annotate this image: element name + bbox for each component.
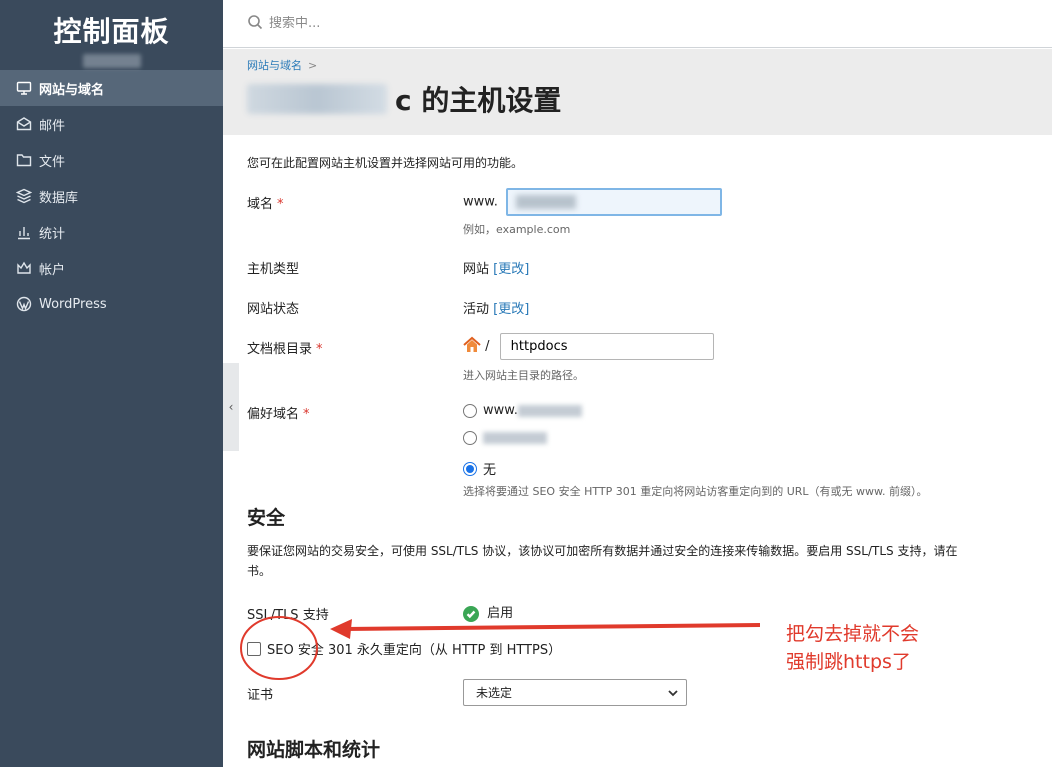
brand-title: 控制面板: [53, 15, 170, 48]
breadcrumb-link-websites[interactable]: 网站与域名: [247, 59, 302, 72]
sidebar: 控制面板 网站与域名 邮件 文件 数据库 统计 帐户 WordPress: [0, 0, 223, 767]
sidebar-item-files[interactable]: 文件: [0, 142, 223, 178]
scripts-section-title: 网站脚本和统计: [247, 739, 381, 761]
chevron-down-icon: [668, 686, 678, 700]
ssl-support-field: 启用: [463, 602, 513, 622]
seo-redirect-option[interactable]: SEO 安全 301 永久重定向（从 HTTP 到 HTTPS）: [247, 639, 561, 658]
intro-text: 您可在此配置网站主机设置并选择网站可用的功能。: [247, 156, 524, 170]
seo-redirect-label: SEO 安全 301 永久重定向（从 HTTP 到 HTTPS）: [267, 643, 562, 658]
brand: 控制面板: [0, 0, 223, 70]
docroot-input[interactable]: [499, 333, 714, 360]
domain-redacted: [483, 432, 547, 444]
sidebar-item-account[interactable]: 帐户: [0, 250, 223, 286]
search-input[interactable]: [269, 16, 669, 31]
certificate-select[interactable]: 未选定: [463, 679, 687, 706]
change-site-status-link[interactable]: [更改]: [493, 302, 529, 317]
crown-icon: [15, 259, 33, 277]
security-description-line1: 要保证您网站的交易安全，可使用 SSL/TLS 协议，该协议可加密所有数据并通过…: [247, 544, 958, 558]
preferred-hint: 选择将要通过 SEO 安全 HTTP 301 重定向将网站访客重定向到的 URL…: [463, 485, 928, 498]
monitor-icon: [15, 79, 33, 97]
annotation-line-1: 把勾去掉就不会: [786, 623, 920, 645]
annotation-note: 把勾去掉就不会 强制跳https了: [786, 620, 919, 676]
annotation-arrow-head: [330, 619, 352, 639]
preferred-option-www[interactable]: www.: [463, 403, 582, 418]
breadcrumb: 网站与域名 >: [247, 57, 1052, 73]
preferred-domain-label-text: 偏好域名: [247, 407, 300, 422]
sidebar-item-label: 网站与域名: [39, 82, 105, 98]
sidebar-item-label: WordPress: [39, 296, 107, 312]
preferred-option-none[interactable]: 无: [463, 459, 496, 478]
docroot-hint: 进入网站主目录的路径。: [463, 369, 584, 382]
wordpress-icon: [15, 295, 33, 313]
required-mark: *: [316, 342, 323, 357]
sidebar-item-mail[interactable]: 邮件: [0, 106, 223, 142]
required-mark: *: [277, 197, 284, 212]
mail-icon: [15, 115, 33, 133]
site-status-value: 活动: [463, 302, 490, 317]
database-icon: [15, 187, 33, 205]
preferred-domain-label: 偏好域名 *: [247, 403, 310, 422]
domain-field: www.: [463, 188, 722, 216]
sidebar-item-label: 邮件: [39, 118, 66, 134]
domain-input[interactable]: [505, 188, 722, 216]
site-status-field: 活动 [更改]: [463, 298, 529, 317]
sidebar-item-label: 数据库: [39, 190, 79, 206]
site-status-label: 网站状态: [247, 302, 300, 317]
sidebar-item-label: 统计: [39, 226, 66, 242]
annotation-arrow-line: [344, 623, 761, 631]
hosting-type-value: 网站: [463, 262, 490, 277]
domain-prefix: www.: [463, 194, 498, 210]
sidebar-item-wordpress[interactable]: WordPress: [0, 286, 223, 322]
required-mark: *: [303, 407, 310, 422]
folder-icon: [15, 151, 33, 169]
seo-redirect-checkbox[interactable]: [247, 641, 261, 656]
page-title: c 的主机设置: [247, 79, 1052, 119]
security-description-line2: 书。: [247, 564, 272, 578]
docroot-label-text: 文档根目录: [247, 342, 313, 357]
certificate-label: 证书: [247, 688, 274, 703]
domain-hint: 例如，example.com: [463, 223, 571, 236]
radio-none[interactable]: [463, 461, 477, 476]
topbar: [223, 0, 1052, 48]
sidebar-item-statistics[interactable]: 统计: [0, 214, 223, 250]
sidebar-item-databases[interactable]: 数据库: [0, 178, 223, 214]
change-hosting-type-link[interactable]: [更改]: [493, 262, 529, 277]
radio-bare[interactable]: [463, 431, 477, 445]
domain-value-redacted: [515, 195, 576, 209]
docroot-label: 文档根目录 *: [247, 338, 323, 357]
sidebar-collapse-handle[interactable]: ‹: [223, 363, 239, 451]
breadcrumb-separator: >: [308, 59, 318, 72]
hosting-type-field: 网站 [更改]: [463, 258, 529, 277]
preferred-option-bare[interactable]: [463, 431, 547, 445]
ssl-support-label: SSL/TLS 支持: [247, 608, 329, 623]
docroot-slash: /: [485, 339, 490, 354]
security-description: 要保证您网站的交易安全，可使用 SSL/TLS 协议，该协议可加密所有数据并通过…: [247, 541, 1052, 581]
domain-label-text: 域名: [247, 197, 274, 212]
security-section-title: 安全: [247, 507, 286, 529]
brand-subtitle-redacted: [82, 54, 141, 68]
domain-redacted: [247, 84, 387, 114]
sidebar-item-label: 文件: [39, 154, 66, 170]
annotation-line-2: 强制跳https了: [786, 651, 911, 673]
certificate-select-value: 未选定: [476, 686, 513, 700]
page-header: 网站与域名 > c 的主机设置: [223, 49, 1052, 135]
docroot-field: /: [463, 333, 714, 360]
radio-www[interactable]: [463, 403, 477, 418]
chevron-left-icon: ‹: [228, 400, 234, 414]
hosting-type-label: 主机类型: [247, 262, 300, 277]
sidebar-nav: 网站与域名 邮件 文件 数据库 统计 帐户 WordPress: [0, 70, 223, 322]
sidebar-item-label: 帐户: [39, 262, 66, 278]
chart-icon: [15, 223, 33, 241]
ssl-support-value: 启用: [487, 606, 514, 621]
page-title-text: c 的主机设置: [395, 84, 562, 117]
preferred-option-www-label: www.: [483, 403, 518, 418]
checkmark-icon: [463, 605, 479, 622]
home-icon: [463, 336, 481, 358]
domain-redacted: [517, 404, 582, 417]
sidebar-item-websites[interactable]: 网站与域名: [0, 70, 223, 106]
preferred-option-none-label: 无: [483, 463, 497, 478]
search-icon: [247, 14, 263, 34]
domain-label: 域名 *: [247, 193, 284, 212]
